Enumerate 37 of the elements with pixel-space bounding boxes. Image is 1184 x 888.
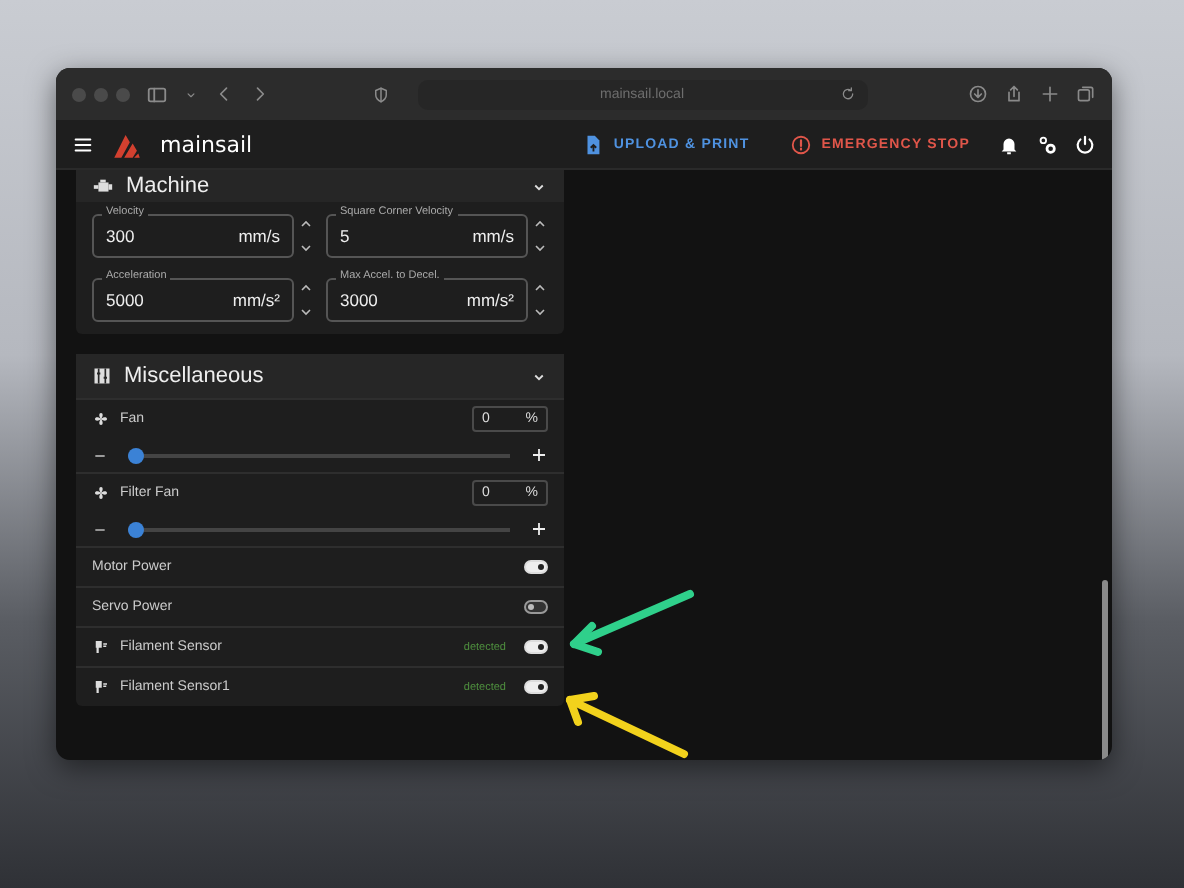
fan-icon bbox=[92, 484, 110, 502]
caret-icon[interactable] bbox=[184, 87, 198, 101]
bell-icon[interactable] bbox=[998, 133, 1020, 155]
slider-thumb[interactable] bbox=[128, 521, 144, 537]
power-icon[interactable] bbox=[1074, 133, 1096, 155]
sensor-icon bbox=[92, 638, 110, 656]
reload-icon[interactable] bbox=[839, 85, 855, 101]
chevron-down-icon[interactable] bbox=[532, 240, 548, 256]
chevron-down-icon[interactable] bbox=[532, 304, 548, 320]
tabs-icon[interactable] bbox=[1076, 84, 1096, 104]
panel-header[interactable]: Miscellaneous bbox=[76, 354, 564, 398]
shield-icon bbox=[371, 85, 389, 103]
slider-thumb[interactable] bbox=[128, 447, 144, 463]
chevron-down-icon[interactable] bbox=[298, 240, 314, 256]
fan-icon bbox=[92, 410, 110, 428]
menu-icon[interactable] bbox=[72, 133, 94, 155]
chevron-up-icon[interactable] bbox=[298, 280, 314, 296]
annotation-arrow bbox=[566, 692, 688, 758]
panel-header[interactable]: Machine bbox=[76, 170, 564, 202]
scrollbar[interactable] bbox=[1102, 580, 1108, 760]
share-icon[interactable] bbox=[1004, 84, 1024, 104]
brand-name: mainsail bbox=[160, 131, 253, 157]
download-icon[interactable] bbox=[968, 84, 988, 104]
alert-circle-icon bbox=[789, 133, 812, 155]
sidebar-icon[interactable] bbox=[146, 83, 168, 105]
engine-icon bbox=[92, 175, 114, 197]
mixer-icon bbox=[92, 366, 112, 386]
sensor-icon bbox=[92, 678, 110, 696]
chevron-down-icon[interactable] bbox=[298, 304, 314, 320]
chevron-up-icon[interactable] bbox=[532, 216, 548, 232]
annotation-arrow bbox=[570, 590, 694, 656]
panel-title: Miscellaneous bbox=[124, 364, 266, 388]
settings-icon[interactable] bbox=[1036, 133, 1058, 155]
panel-title: Machine bbox=[126, 174, 212, 198]
chevron-up-icon[interactable] bbox=[532, 280, 548, 296]
toggle-switch[interactable] bbox=[524, 600, 548, 614]
chevron-up-icon[interactable] bbox=[298, 216, 314, 232]
